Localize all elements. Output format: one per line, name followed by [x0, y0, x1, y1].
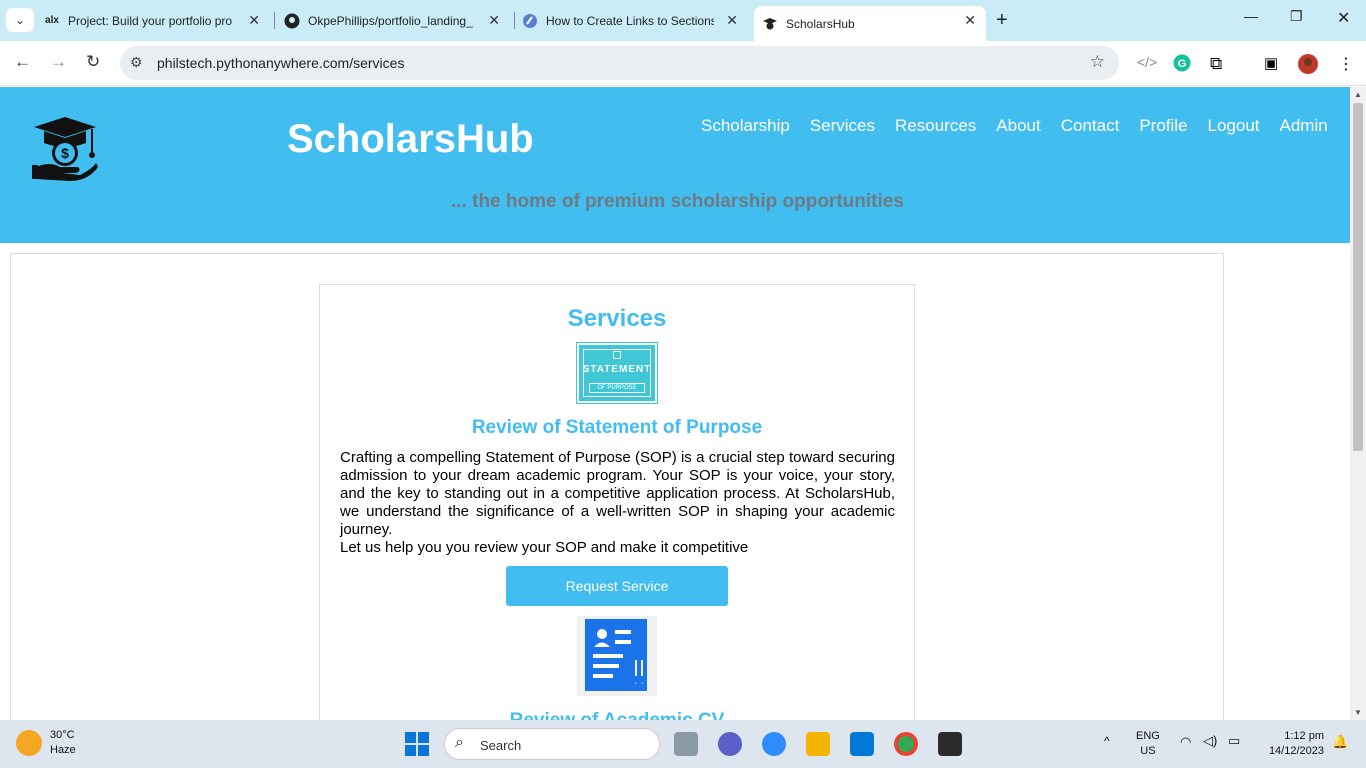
zoom-icon[interactable] — [762, 732, 786, 756]
clock-time: 1:12 pm — [1284, 730, 1324, 742]
service-description-text: Crafting a compelling Statement of Purpo… — [340, 449, 895, 538]
nav-link-services[interactable]: Services — [810, 116, 875, 136]
scholarshub-logo-icon[interactable]: $ — [30, 117, 100, 187]
grammarly-icon[interactable]: G — [1173, 54, 1191, 75]
browser-tab-bar: ⌄ alx Project: Build your portfolio pro … — [0, 0, 1366, 41]
request-service-button[interactable]: Request Service — [506, 566, 728, 606]
language-code: ENG — [1136, 730, 1160, 742]
bookmark-star-icon[interactable]: ☆ — [1090, 52, 1105, 72]
chevron-up-icon[interactable]: ^ — [1104, 734, 1110, 749]
tab-github[interactable]: OkpePhillips/portfolio_landing_ ✕ — [284, 6, 510, 35]
tab-divider — [514, 12, 515, 29]
browser-toolbar: ← → ↻ ⚙ philstech.pythonanywhere.com/ser… — [0, 41, 1366, 86]
close-icon[interactable]: ✕ — [488, 12, 500, 29]
language-indicator[interactable]: ENG US — [1136, 729, 1160, 759]
search-icon: ⌕ — [455, 734, 464, 751]
weather-description: Haze — [50, 744, 76, 756]
site-info-icon[interactable]: ⚙ — [130, 54, 143, 71]
tab-title: Project: Build your portfolio pro — [68, 13, 233, 28]
github-icon — [284, 13, 300, 29]
teams-icon[interactable] — [718, 732, 742, 756]
keyboard-layout: US — [1140, 745, 1156, 757]
academic-cv-icon — [577, 616, 657, 696]
extensions-puzzle-icon[interactable]: ⧉ — [1210, 54, 1222, 74]
service-description: Crafting a compelling Statement of Purpo… — [340, 449, 895, 557]
tab-divider — [274, 12, 275, 29]
back-icon[interactable]: ← — [14, 52, 31, 72]
main-nav: Scholarship Services Resources About Con… — [701, 116, 1328, 136]
nav-link-scholarship[interactable]: Scholarship — [701, 116, 790, 136]
taskbar-search-placeholder: Search — [480, 738, 522, 753]
svg-text:$: $ — [61, 145, 69, 161]
scroll-up-icon[interactable]: ▲ — [1354, 90, 1362, 99]
scrollbar-thumb[interactable] — [1353, 103, 1363, 451]
battery-icon[interactable]: ▭ — [1228, 733, 1240, 748]
code-extension-icon[interactable]: </> — [1137, 54, 1157, 70]
service-cta-text: Let us help you you review your SOP and … — [340, 539, 749, 556]
site-header: $ ScholarsHub Scholarship Services Resou… — [0, 87, 1350, 243]
nav-link-contact[interactable]: Contact — [1061, 116, 1120, 136]
clock-date: 14/12/2023 — [1268, 745, 1324, 757]
file-explorer-icon[interactable] — [806, 732, 830, 756]
nav-link-admin[interactable]: Admin — [1280, 116, 1328, 136]
windows-taskbar: 30°C Haze ⌕ Search ^ ENG US ◠ ◁) ▭ 1:12 … — [0, 720, 1366, 768]
side-panel-icon[interactable]: ▣ — [1264, 54, 1278, 72]
tab-scholarshub[interactable]: ScholarsHub ✕ — [754, 6, 986, 41]
terminal-icon[interactable] — [938, 732, 962, 756]
profile-avatar[interactable] — [1298, 54, 1318, 77]
address-bar[interactable]: ⚙ philstech.pythonanywhere.com/services … — [120, 46, 1119, 80]
statement-of-purpose-image: STATEMENT OF PURPOSE — [576, 342, 658, 404]
nav-link-about[interactable]: About — [996, 116, 1040, 136]
web-page: $ ScholarsHub Scholarship Services Resou… — [0, 87, 1350, 720]
services-heading: Services — [567, 305, 667, 332]
globe-icon — [522, 13, 538, 29]
menu-kebab-icon[interactable]: ⋮ — [1338, 54, 1354, 74]
image-sublabel: OF PURPOSE — [589, 383, 645, 393]
task-view-icon[interactable] — [674, 732, 698, 756]
tab-links-sections[interactable]: How to Create Links to Sections ✕ — [522, 6, 748, 35]
clock[interactable]: 1:12 pm 14/12/2023 — [1258, 729, 1324, 759]
alx-icon: alx — [45, 15, 59, 26]
site-brand-title[interactable]: ScholarsHub — [287, 117, 534, 162]
tab-title: How to Create Links to Sections — [546, 13, 714, 28]
page-scrollbar[interactable]: ▲ ▼ — [1350, 87, 1366, 720]
tab-alx-project[interactable]: alx Project: Build your portfolio pro ✕ — [44, 6, 270, 35]
document-icon — [613, 351, 621, 359]
scroll-down-icon[interactable]: ▼ — [1354, 708, 1362, 717]
tab-search-button[interactable]: ⌄ — [6, 8, 34, 32]
windows-start-icon[interactable] — [405, 732, 429, 756]
close-icon[interactable]: ✕ — [726, 12, 738, 29]
vscode-icon[interactable] — [850, 732, 874, 756]
tab-title: OkpePhillips/portfolio_landing_ — [308, 13, 473, 28]
svg-text:G: G — [1178, 58, 1187, 70]
restore-icon[interactable]: ❐ — [1290, 8, 1303, 25]
nav-link-profile[interactable]: Profile — [1139, 116, 1187, 136]
new-tab-icon[interactable]: + — [996, 9, 1008, 32]
weather-temperature: 30°C — [50, 729, 75, 741]
close-icon[interactable]: ✕ — [964, 12, 976, 29]
nav-link-resources[interactable]: Resources — [895, 116, 976, 136]
scholarshub-icon — [762, 16, 778, 32]
site-tagline: ... the home of premium scholarship oppo… — [451, 191, 904, 212]
image-label: STATEMENT — [582, 364, 652, 375]
reload-icon[interactable]: ↻ — [86, 52, 100, 72]
window-close-icon[interactable]: ✕ — [1337, 8, 1350, 28]
tab-title: ScholarsHub — [786, 16, 855, 31]
forward-icon[interactable]: → — [50, 52, 67, 72]
service-title-sop: Review of Statement of Purpose — [471, 417, 763, 438]
minimize-icon[interactable]: — — [1244, 8, 1258, 24]
haze-weather-icon — [16, 730, 42, 756]
nav-link-logout[interactable]: Logout — [1208, 116, 1260, 136]
volume-icon[interactable]: ◁) — [1203, 733, 1217, 748]
notification-bell-icon[interactable]: 🔔 — [1332, 734, 1348, 749]
close-icon[interactable]: ✕ — [248, 12, 260, 29]
weather-widget[interactable]: 30°C Haze — [16, 728, 76, 758]
url-text[interactable]: philstech.pythonanywhere.com/services — [157, 55, 404, 71]
taskbar-search[interactable]: ⌕ Search — [444, 728, 660, 760]
services-card: Services STATEMENT OF PURPOSE Review of … — [319, 284, 915, 720]
chrome-icon[interactable] — [894, 732, 918, 756]
service-title-cv: Review of Academic CV — [320, 710, 914, 720]
wifi-icon[interactable]: ◠ — [1180, 734, 1191, 749]
